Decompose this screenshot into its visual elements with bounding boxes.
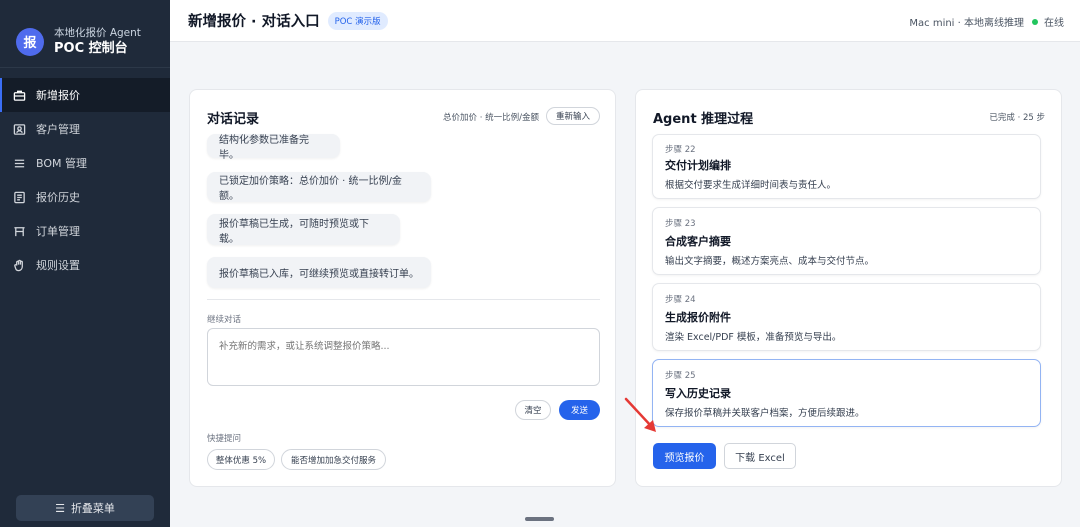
document-icon	[12, 190, 26, 204]
id-card-icon	[12, 122, 26, 136]
sidebar-item-label: 订单管理	[36, 225, 80, 238]
chat-input[interactable]	[207, 328, 600, 386]
sidebar-item-rules[interactable]: 规则设置	[0, 248, 170, 282]
download-excel-button[interactable]: 下载 Excel	[724, 443, 796, 469]
sidebar-item-history[interactable]: 报价历史	[0, 180, 170, 214]
agent-step: 步骤 24 生成报价附件 渲染 Excel/PDF 模板，准备预览与导出。	[652, 283, 1041, 351]
brand-title: POC 控制台	[54, 40, 128, 56]
collapse-menu-label: 折叠菜单	[70, 502, 115, 515]
quick-question-chip[interactable]: 整体优惠 5%	[207, 449, 275, 470]
divider	[207, 299, 600, 300]
chat-title: 对话记录	[207, 112, 260, 127]
header: 新增报价 · 对话入口 POC 演示版 Mac mini · 本地离线推理 在线	[170, 0, 1080, 42]
scroll-handle[interactable]	[525, 517, 554, 521]
step-name: 合成客户摘要	[665, 235, 731, 248]
agent-step: 步骤 22 交付计划编排 根据交付要求生成详细时间表与责任人。	[652, 134, 1041, 199]
brand: 报 本地化报价 Agent POC 控制台	[0, 0, 170, 68]
chat-message: 报价草稿已生成，可随时预览或下载。	[207, 214, 400, 245]
list-icon	[12, 156, 26, 170]
agent-step-active: 步骤 25 写入历史记录 保存报价草稿并关联客户档案，方便后续跟进。	[652, 359, 1041, 427]
sidebar-item-orders[interactable]: 订单管理	[0, 214, 170, 248]
sidebar-item-label: BOM 管理	[36, 157, 87, 170]
hand-icon	[12, 258, 26, 272]
online-status-dot	[1032, 18, 1038, 25]
step-number: 步骤 25	[665, 371, 696, 381]
step-description: 保存报价草稿并关联客户档案，方便后续跟进。	[665, 408, 865, 419]
annotation-arrow-icon	[624, 397, 656, 432]
collapse-menu-button[interactable]: ☰ 折叠菜单	[16, 495, 154, 521]
briefcase-icon	[12, 88, 26, 102]
brand-logo: 报	[16, 27, 44, 56]
step-description: 输出文字摘要，概述方案亮点、成本与交付节点。	[665, 256, 875, 267]
sidebar-item-bom[interactable]: BOM 管理	[0, 146, 170, 180]
agent-title: Agent 推理过程	[653, 112, 754, 127]
sidebar-item-label: 新增报价	[36, 89, 80, 102]
sidebar-item-customers[interactable]: 客户管理	[0, 112, 170, 146]
continue-chat-label: 继续对话	[207, 315, 242, 325]
sidebar: 报 本地化报价 Agent POC 控制台 新增报价 客户管理 BOM 管理 报…	[0, 0, 170, 527]
step-name: 交付计划编排	[665, 159, 731, 172]
chat-message: 报价草稿已入库，可继续预览或直接转订单。	[207, 257, 431, 288]
send-button[interactable]: 发送	[559, 400, 600, 420]
step-number: 步骤 22	[665, 145, 696, 155]
step-number: 步骤 23	[665, 219, 696, 229]
pricing-strategy-label: 总价加价 · 统一比例/金额	[443, 113, 539, 123]
status-label: 在线	[1044, 18, 1064, 29]
sidebar-item-label: 规则设置	[36, 259, 80, 272]
brand-subtitle: 本地化报价 Agent	[54, 26, 141, 39]
agent-panel: Agent 推理过程 已完成 · 25 步 步骤 22 交付计划编排 根据交付要…	[635, 89, 1062, 487]
reset-input-button[interactable]: 重新输入	[546, 107, 600, 125]
sidebar-nav: 新增报价 客户管理 BOM 管理 报价历史 订单管理 规则设置	[0, 78, 170, 282]
agent-step: 步骤 23 合成客户摘要 输出文字摘要，概述方案亮点、成本与交付节点。	[652, 207, 1041, 275]
sidebar-item-label: 报价历史	[36, 191, 80, 204]
menu-icon: ☰	[55, 501, 65, 515]
chat-message: 结构化参数已准备完毕。	[207, 134, 340, 161]
chat-message: 已锁定加价策略：总价加价 · 统一比例/金额。	[207, 172, 431, 202]
version-badge: POC 演示版	[327, 11, 388, 30]
quick-question-chip[interactable]: 能否增加加急交付服务	[281, 449, 386, 470]
step-description: 渲染 Excel/PDF 模板，准备预览与导出。	[665, 332, 842, 343]
agent-progress: 已完成 · 25 步	[989, 113, 1045, 123]
chat-panel: 对话记录 总价加价 · 统一比例/金额 重新输入 结构化参数已准备完毕。 已锁定…	[189, 89, 616, 487]
sidebar-item-label: 客户管理	[36, 123, 80, 136]
quick-questions-label: 快捷提问	[207, 434, 242, 444]
table-icon	[12, 224, 26, 238]
sidebar-item-new-quote[interactable]: 新增报价	[0, 78, 170, 112]
device-label: Mac mini · 本地离线推理	[909, 18, 1024, 29]
preview-quote-button[interactable]: 预览报价	[653, 443, 716, 469]
step-name: 写入历史记录	[665, 387, 731, 400]
clear-button[interactable]: 清空	[515, 400, 551, 420]
step-number: 步骤 24	[665, 295, 696, 305]
page-title: 新增报价 · 对话入口	[188, 14, 320, 30]
step-description: 根据交付要求生成详细时间表与责任人。	[665, 180, 837, 191]
device-status: Mac mini · 本地离线推理 在线	[909, 14, 1064, 29]
step-name: 生成报价附件	[665, 311, 731, 324]
